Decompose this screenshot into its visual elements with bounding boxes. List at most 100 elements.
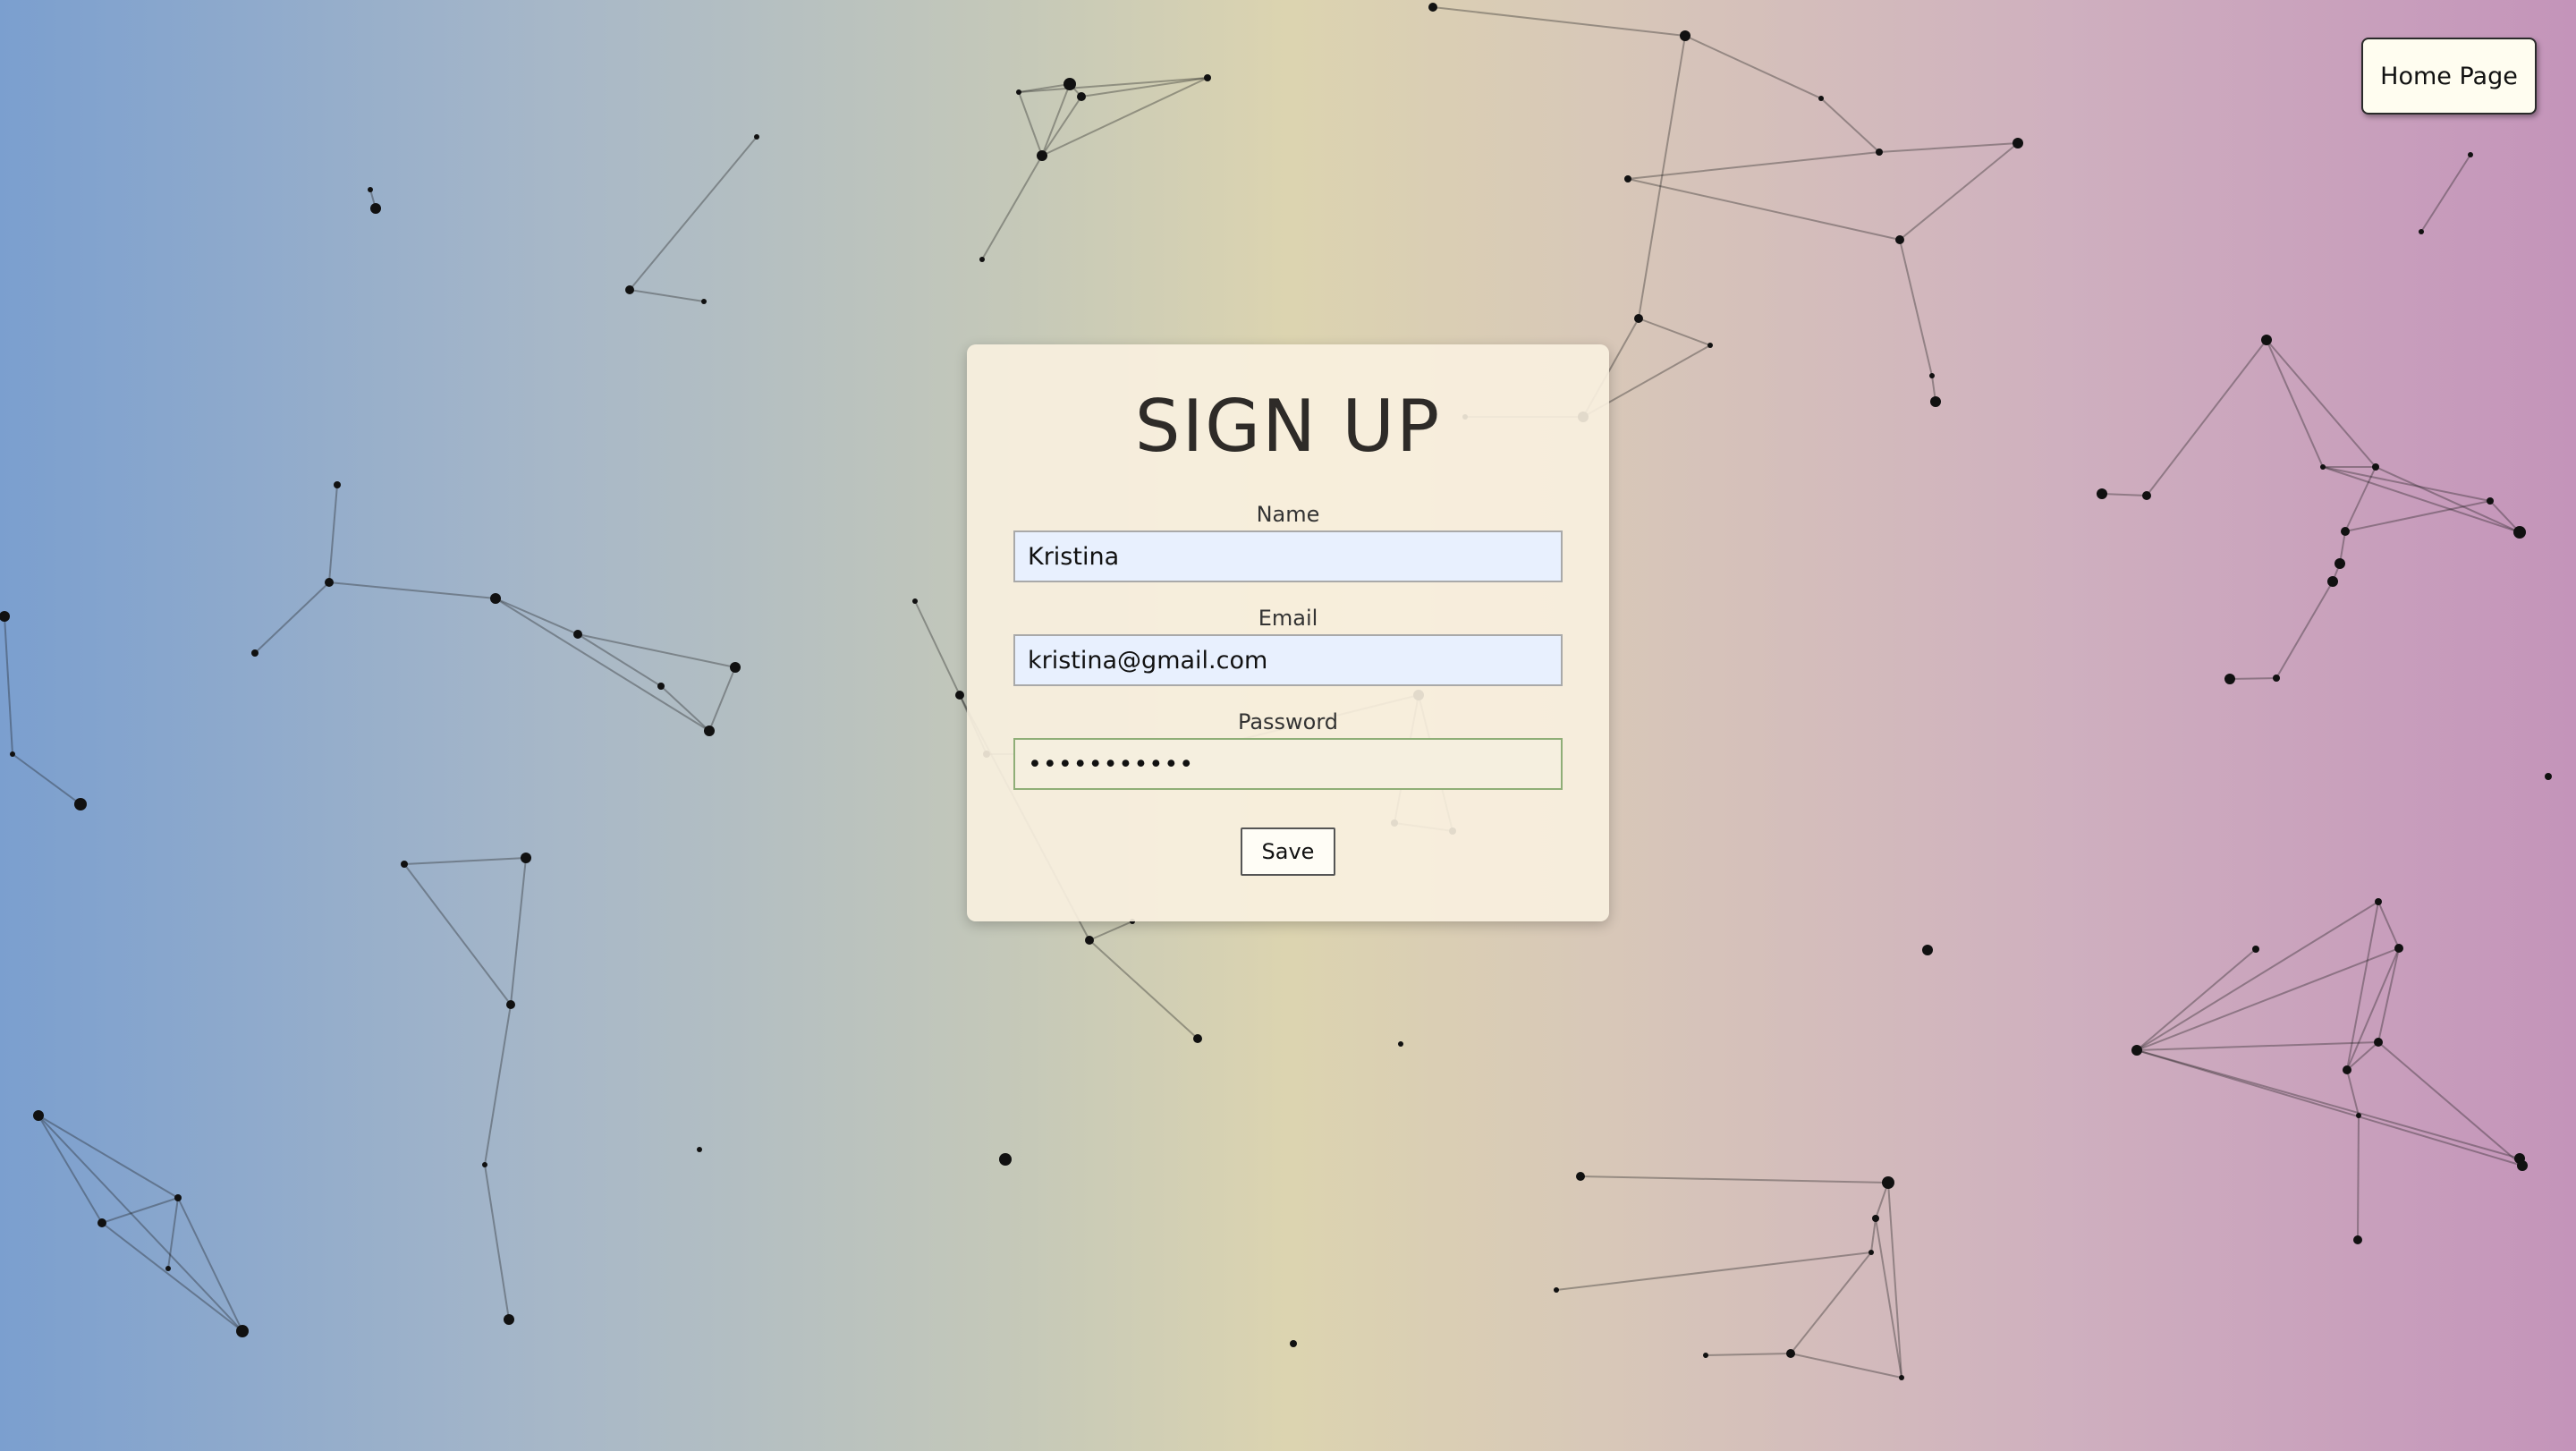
particle-link [2377, 947, 2400, 1043]
particle-dot [368, 187, 373, 192]
particle-link [1899, 239, 1933, 377]
particle-dot [2468, 152, 2473, 157]
particle-link [12, 753, 81, 805]
particle-link [629, 136, 758, 291]
signup-card: SIGN UP Name Email Password Save [967, 344, 1609, 921]
save-button[interactable]: Save [1241, 827, 1335, 876]
particle-dot [325, 578, 334, 587]
particle-dot [1929, 373, 1935, 378]
particle-link [981, 155, 1043, 260]
particle-link [2420, 154, 2471, 233]
particle-dot [165, 1266, 171, 1271]
particle-dot [2513, 526, 2526, 539]
particle-link [1887, 1182, 1902, 1379]
particle-dot [2517, 1160, 2528, 1171]
particle-dot [251, 649, 258, 657]
particle-dot [1680, 30, 1690, 41]
particle-dot [1398, 1041, 1403, 1047]
particle-link [1638, 318, 1711, 346]
particle-dot [754, 134, 759, 140]
particle-dot [1818, 96, 1824, 101]
particle-dot [2343, 1065, 2351, 1074]
particle-link [2266, 339, 2324, 468]
particle-link [2136, 1041, 2379, 1051]
particle-dot [2394, 944, 2403, 953]
particle-dot [0, 611, 10, 622]
particle-link [1790, 1252, 1872, 1354]
email-label: Email [1258, 606, 1318, 631]
particle-dot [1634, 314, 1643, 323]
particle-link [4, 615, 13, 755]
email-field[interactable] [1013, 634, 1563, 686]
particle-dot [955, 691, 964, 700]
particle-link [577, 633, 736, 668]
particle-dot [490, 593, 501, 604]
particle-dot [2419, 229, 2424, 234]
particle-dot [2142, 491, 2151, 500]
particle-dot [1428, 3, 1437, 12]
particle-link [914, 600, 961, 696]
particle-dot [2320, 464, 2326, 470]
particle-dot [2327, 576, 2338, 587]
particle-link [495, 598, 579, 635]
particle-link [2136, 901, 2379, 1051]
particle-link [2322, 466, 2491, 502]
particle-dot [2097, 488, 2107, 499]
particle-dot [912, 598, 918, 604]
particle-dot [2374, 1038, 2383, 1047]
particle-dot [1576, 1172, 1585, 1181]
particle-link [2101, 493, 2148, 496]
particle-link [2266, 339, 2377, 468]
particle-link [484, 1004, 512, 1166]
particle-link [328, 484, 338, 583]
particle-link [2346, 947, 2400, 1071]
particle-dot [1882, 1176, 1894, 1189]
particle-link [1790, 1353, 1902, 1379]
particle-dot [2012, 138, 2023, 148]
particle-link [2136, 1049, 2521, 1159]
particle-dot [2545, 773, 2552, 780]
particle-link [1684, 35, 1822, 99]
particle-dot [2487, 497, 2494, 505]
particle-dot [2356, 1113, 2361, 1118]
particle-link [484, 1164, 510, 1320]
particle-link [1018, 91, 1043, 157]
particle-dot [74, 798, 87, 810]
particle-link [1580, 1175, 1889, 1184]
particle-dot [1868, 1250, 1874, 1255]
particle-dot [657, 683, 665, 690]
particle-link [2375, 466, 2521, 533]
particle-dot [1077, 92, 1086, 101]
particle-dot [704, 726, 715, 736]
particle-link [660, 685, 710, 732]
particle-link [38, 1115, 103, 1224]
particle-link [510, 857, 527, 1006]
particle-dot [999, 1153, 1012, 1166]
particle-dot [334, 481, 341, 488]
particle-link [2229, 677, 2277, 680]
particle-dot [401, 861, 408, 868]
particle-dot [2341, 527, 2350, 536]
particle-dot [2372, 463, 2379, 471]
particle-link [328, 581, 496, 599]
particle-link [403, 857, 527, 865]
particle-dot [2375, 898, 2382, 905]
home-page-button[interactable]: Home Page [2361, 38, 2537, 115]
particle-dot [1016, 89, 1021, 95]
particle-link [1878, 142, 2019, 153]
name-field[interactable] [1013, 530, 1563, 582]
particle-dot [1085, 936, 1094, 945]
particle-link [1899, 142, 2019, 241]
particle-dot [625, 285, 634, 294]
particle-link [1018, 77, 1208, 93]
particle-link [2136, 1049, 2523, 1167]
particle-link [2146, 339, 2267, 496]
particle-link [495, 598, 710, 732]
particle-dot [1204, 74, 1211, 81]
password-field[interactable] [1013, 738, 1563, 790]
particle-link [2136, 948, 2257, 1051]
particle-link [629, 289, 705, 302]
particle-link [1870, 1218, 1877, 1253]
particle-link [2275, 581, 2334, 679]
particle-link [1432, 6, 1686, 37]
